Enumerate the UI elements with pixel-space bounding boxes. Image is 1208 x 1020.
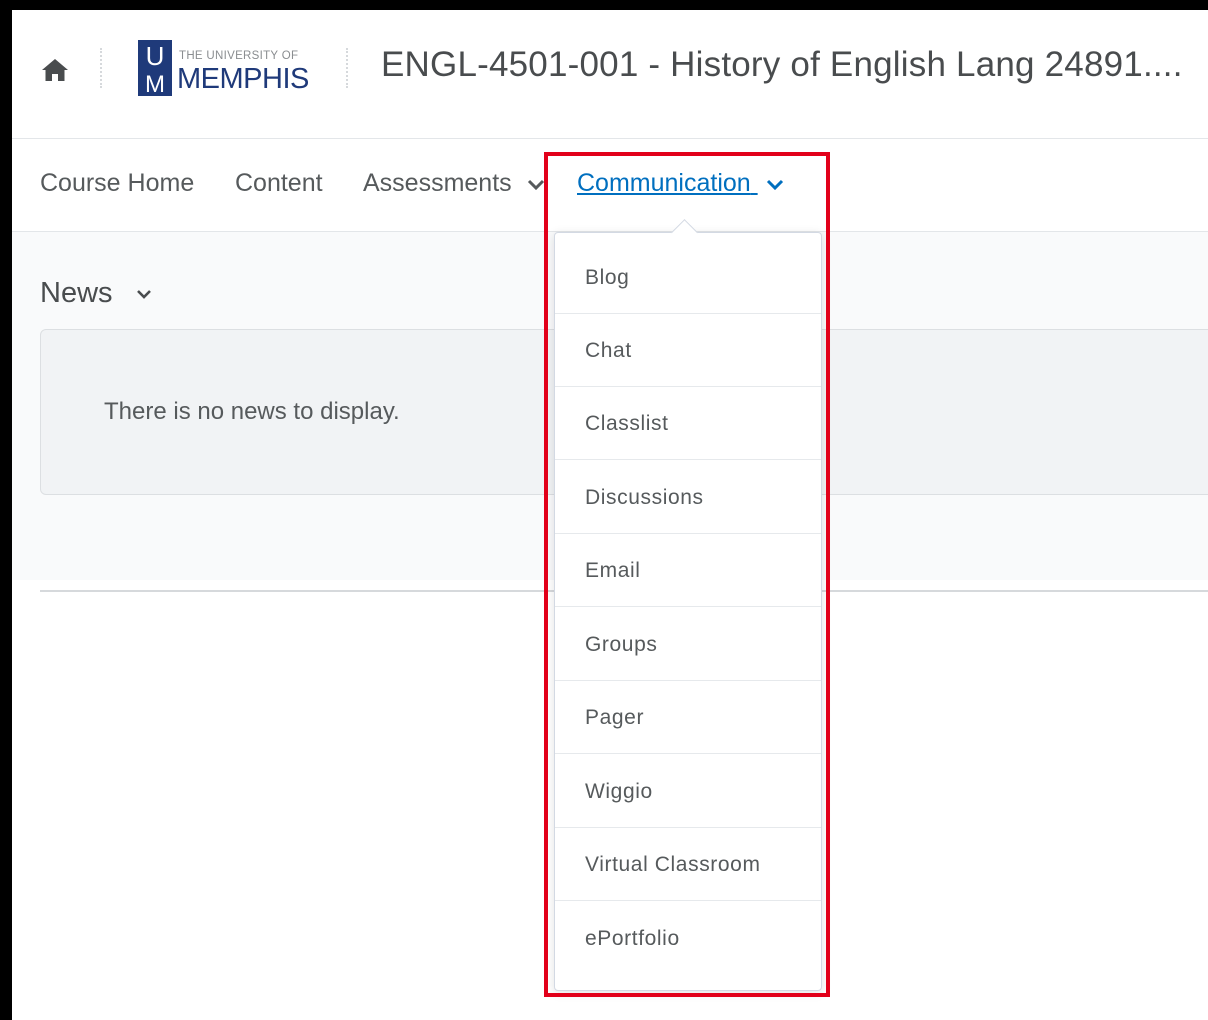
menu-item-label: Chat — [585, 339, 632, 362]
communication-dropdown-menu: Blog Chat Classlist Discussions Email Gr… — [554, 219, 822, 991]
logo-big-text: MEMPHIS — [177, 63, 309, 95]
menu-item-discussions[interactable]: Discussions — [555, 461, 821, 534]
course-header: U M THE UNIVERSITY OF MEMPHIS ENGL-4501-… — [12, 10, 1208, 139]
menu-item-label: Classlist — [585, 412, 669, 435]
nav-content[interactable]: Content — [235, 169, 323, 198]
menu-item-eportfolio[interactable]: ePortfolio — [555, 902, 821, 975]
chevron-down-icon — [527, 180, 544, 191]
news-empty-message: There is no news to display. — [104, 398, 400, 425]
nav-course-home-label: Course Home — [40, 169, 195, 197]
menu-item-label: Wiggio — [585, 780, 653, 803]
logo-monogram-top: U — [146, 41, 165, 71]
nav-content-label: Content — [235, 169, 323, 197]
course-navbar: Course Home Content Assessments Communic… — [12, 139, 1208, 232]
menu-item-pager[interactable]: Pager — [555, 681, 821, 754]
menu-item-label: ePortfolio — [585, 927, 680, 950]
menu-item-label: Virtual Classroom — [585, 853, 761, 876]
nav-communication-label: Communication — [577, 169, 751, 197]
menu-item-label: Email — [585, 559, 641, 582]
nav-assessments[interactable]: Assessments — [363, 169, 545, 198]
logo-monogram-bottom: M — [145, 71, 165, 96]
chevron-down-icon — [136, 290, 151, 300]
menu-item-classlist[interactable]: Classlist — [555, 387, 821, 460]
university-logo[interactable]: U M THE UNIVERSITY OF MEMPHIS — [137, 40, 317, 96]
header-separator — [346, 48, 348, 88]
menu-item-groups[interactable]: Groups — [555, 608, 821, 681]
chevron-down-icon — [766, 180, 783, 191]
header-separator — [100, 48, 102, 88]
nav-assessments-label: Assessments — [363, 169, 512, 197]
news-title-label: News — [40, 277, 113, 309]
menu-item-blog[interactable]: Blog — [555, 241, 821, 314]
menu-item-label: Groups — [585, 633, 658, 656]
nav-course-home[interactable]: Course Home — [40, 169, 194, 198]
screenshot-frame: U M THE UNIVERSITY OF MEMPHIS ENGL-4501-… — [0, 0, 1208, 1020]
nav-communication[interactable]: Communication — [577, 169, 784, 198]
menu-item-wiggio[interactable]: Wiggio — [555, 755, 821, 828]
menu-item-chat[interactable]: Chat — [555, 314, 821, 387]
menu-item-label: Pager — [585, 706, 645, 729]
menu-item-label: Blog — [585, 266, 630, 289]
menu-item-virtual-classroom[interactable]: Virtual Classroom — [555, 828, 821, 901]
menu-item-label: Discussions — [585, 486, 704, 509]
course-title[interactable]: ENGL-4501-001 - History of English Lang … — [381, 45, 1183, 85]
home-icon[interactable] — [40, 57, 70, 83]
logo-small-text: THE UNIVERSITY OF — [179, 50, 298, 62]
news-widget-title[interactable]: News — [40, 277, 153, 310]
menu-item-email[interactable]: Email — [555, 534, 821, 607]
